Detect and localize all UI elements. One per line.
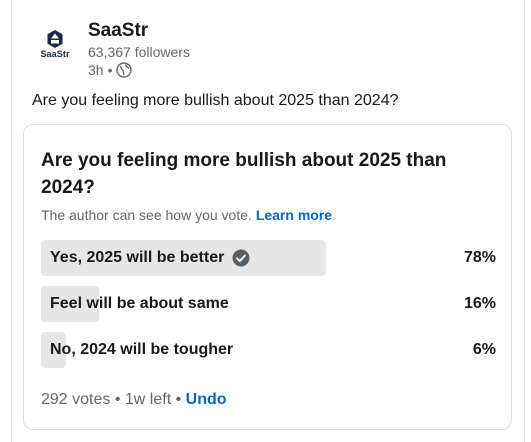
poll-option-label: No, 2024 will be tougher — [50, 341, 234, 358]
poll-question: Are you feeling more bullish about 2025 … — [41, 150, 447, 198]
footer-dot: • — [175, 391, 182, 408]
post-time: 3h — [88, 62, 104, 78]
time-left: 1w left — [124, 391, 172, 408]
author-name[interactable]: SaaStr — [88, 20, 148, 42]
saastr-logo-icon — [47, 30, 63, 48]
check-circle-icon — [232, 249, 250, 267]
poll-note-text: The author can see how you vote. — [41, 207, 252, 223]
author-logo[interactable]: SaaStr — [35, 30, 75, 64]
poll-option-label: Feel will be about same — [50, 295, 229, 312]
undo-vote-button[interactable]: Undo — [186, 391, 227, 408]
poll-option-percent: 6% — [472, 341, 496, 358]
globe-icon — [116, 62, 133, 78]
poll-privacy-note: The author can see how you vote. Learn m… — [41, 207, 332, 223]
meta-separator: • — [107, 62, 113, 78]
footer-dot: • — [114, 391, 121, 408]
poll-option-percent: 78% — [463, 249, 496, 266]
poll-footer: 292 votes • 1w left • Undo — [41, 391, 227, 409]
vote-count: 292 votes — [41, 391, 111, 408]
poll-option-3[interactable]: No, 2024 will be tougher 6% — [41, 332, 496, 368]
poll-option-1[interactable]: Yes, 2025 will be better 78% — [41, 240, 496, 276]
poll-card: Are you feeling more bullish about 2025 … — [23, 124, 512, 430]
follower-count: 63,367 followers — [88, 44, 190, 60]
logo-text: SaaStr — [40, 49, 70, 59]
poll-option-percent: 16% — [463, 295, 496, 312]
learn-more-link[interactable]: Learn more — [256, 207, 332, 223]
post-meta: 3h • — [88, 62, 133, 78]
poll-option-label: Yes, 2025 will be better — [50, 249, 225, 266]
post-text: Are you feeling more bullish about 2025 … — [32, 92, 399, 109]
poll-option-2[interactable]: Feel will be about same 16% — [41, 286, 496, 322]
